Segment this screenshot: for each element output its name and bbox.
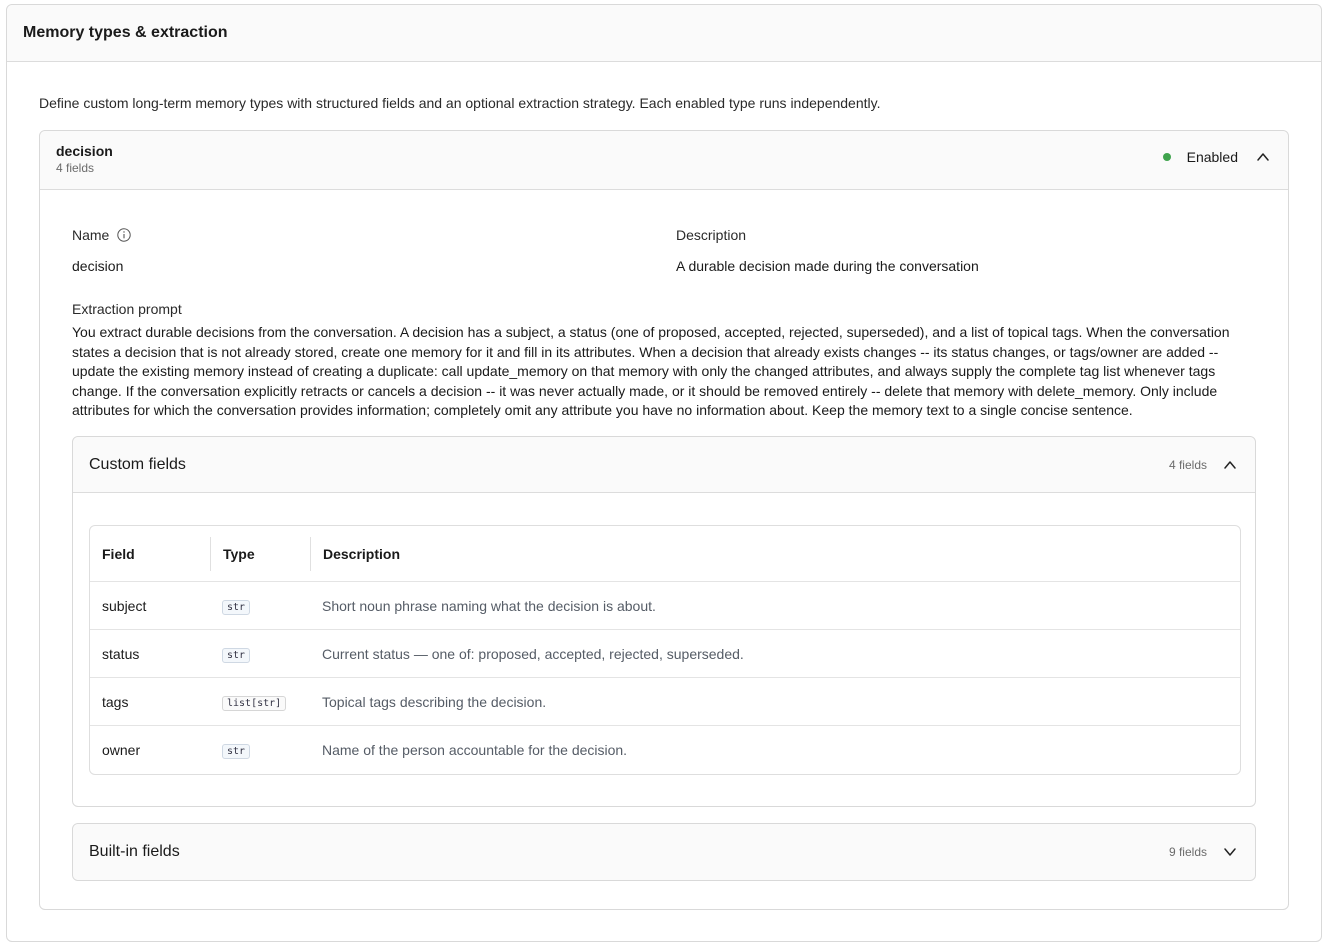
extraction-prompt-label: Extraction prompt: [72, 301, 182, 317]
panel-title: Memory types & extraction: [23, 24, 228, 41]
memory-type-field-count: 4 fields: [56, 161, 95, 175]
field-name: subject: [102, 597, 147, 614]
memory-type-name: decision: [56, 143, 113, 159]
memory-type-status: Enabled: [1162, 149, 1270, 165]
custom-fields-header[interactable]: Custom fields 4 fields: [73, 437, 1255, 493]
field-type-tag: str: [222, 744, 251, 759]
custom-fields-section: Custom fields 4 fields Field Type Descri…: [72, 436, 1256, 807]
panel-header: Memory types & extraction: [7, 5, 1321, 62]
table-row: owner str Name of the person accountable…: [90, 726, 1240, 774]
field-description: Current status — one of: proposed, accep…: [322, 645, 744, 662]
field-name: status: [102, 645, 140, 662]
custom-fields-table: Field Type Description subject str Short…: [89, 525, 1241, 775]
name-value: decision: [72, 258, 124, 274]
field-type-tag: str: [222, 647, 251, 663]
table-row: tags list[str] Topical tags describing t…: [90, 678, 1240, 726]
field-type-tag: str: [222, 599, 251, 615]
description-value: A durable decision made during the conve…: [676, 258, 979, 274]
chevron-down-icon[interactable]: [1223, 845, 1237, 859]
field-name: owner: [102, 742, 141, 758]
panel-intro: Define custom long-term memory types wit…: [39, 95, 881, 111]
column-header-description: Description: [310, 536, 1240, 571]
extraction-prompt-text: You extract durable decisions from the c…: [72, 324, 1230, 419]
memory-type-header[interactable]: decision 4 fields Enabled: [40, 131, 1288, 190]
memory-type-card: decision 4 fields Enabled Name decision …: [39, 130, 1289, 910]
memory-types-panel: Memory types & extraction Define custom …: [6, 4, 1322, 942]
info-icon[interactable]: [117, 228, 132, 242]
column-header-type: Type: [210, 536, 310, 571]
custom-fields-title: Custom fields: [89, 455, 186, 473]
custom-fields-meta: 4 fields: [1169, 458, 1237, 472]
status-dot-icon: [1162, 153, 1171, 161]
field-type-tag: list[str]: [222, 695, 287, 711]
description-label: Description: [676, 227, 747, 243]
status-label: Enabled: [1186, 149, 1238, 165]
chevron-up-icon[interactable]: [1223, 458, 1237, 472]
name-label: Name: [72, 227, 132, 243]
column-header-field: Field: [102, 545, 135, 562]
field-description: Short noun phrase naming what the decisi…: [322, 597, 656, 614]
builtin-fields-section[interactable]: Built-in fields 9 fields: [72, 823, 1256, 881]
builtin-fields-title: Built-in fields: [89, 843, 180, 860]
table-row: subject str Short noun phrase naming wha…: [90, 582, 1240, 630]
custom-fields-count: 4 fields: [1168, 458, 1207, 472]
builtin-fields-meta: 9 fields: [1169, 845, 1237, 859]
field-description: Name of the person accountable for the d…: [322, 742, 628, 758]
builtin-fields-header[interactable]: Built-in fields 9 fields: [73, 824, 1255, 880]
builtin-fields-count: 9 fields: [1168, 845, 1207, 859]
field-name: tags: [102, 693, 129, 710]
table-header-row: Field Type Description: [90, 526, 1240, 582]
chevron-up-icon[interactable]: [1256, 150, 1270, 164]
field-description: Topical tags describing the decision.: [322, 693, 547, 710]
table-row: status str Current status — one of: prop…: [90, 630, 1240, 678]
